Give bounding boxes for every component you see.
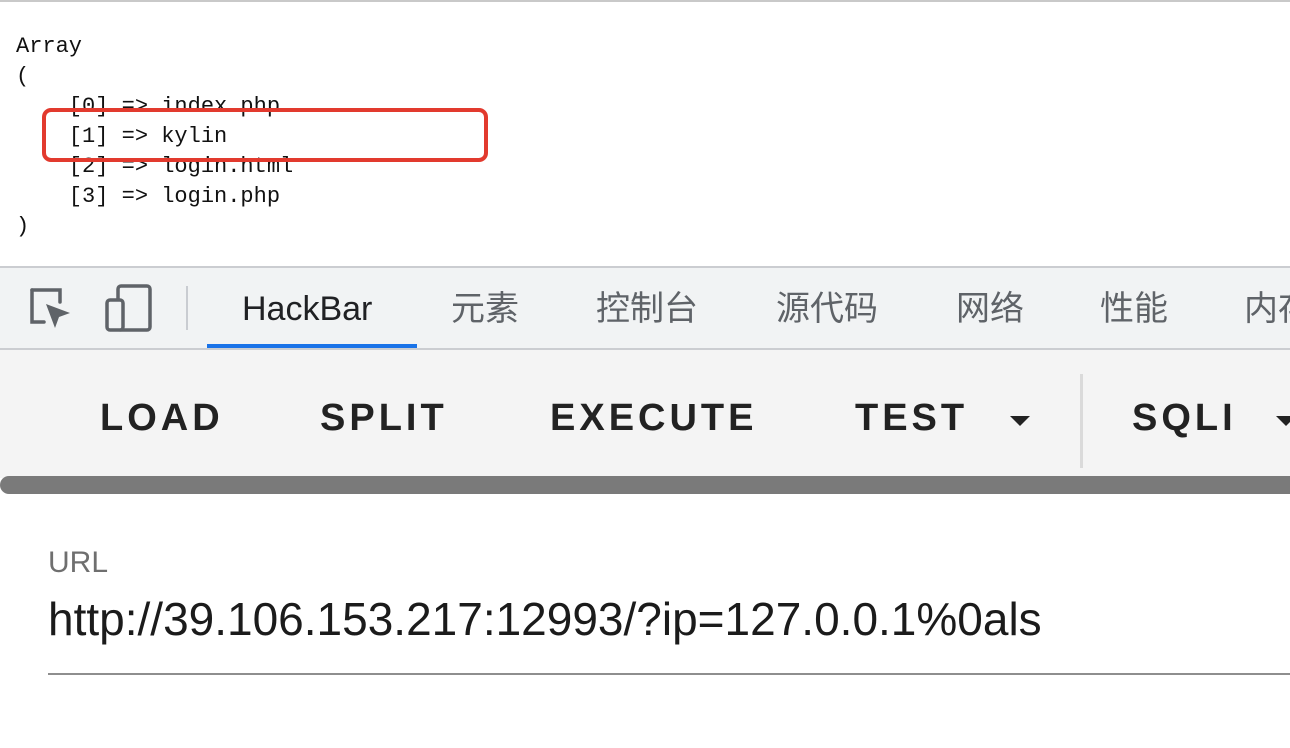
- toolbar-separator: [186, 286, 188, 330]
- url-input-underline: [48, 673, 1290, 675]
- horizontal-scrollbar[interactable]: [0, 476, 1290, 494]
- tab-sources[interactable]: 源代码: [776, 268, 878, 348]
- tab-console[interactable]: 控制台: [596, 268, 698, 348]
- output-line: [3] => login.php: [16, 184, 281, 209]
- array-output: Array ( [0] => index.php [1] => kylin [2…: [16, 32, 293, 242]
- tab-memory[interactable]: 内存: [1244, 268, 1290, 348]
- output-line: [2] => login.html: [16, 154, 294, 179]
- device-toggle-icon[interactable]: [104, 284, 152, 332]
- page-output: Array ( [0] => index.php [1] => kylin [2…: [0, 0, 1290, 266]
- devtools-tabbar: HackBar 元素 控制台 源代码 网络 性能 内存: [0, 266, 1290, 350]
- output-line: [0] => index.php: [16, 94, 281, 119]
- output-line-highlighted: [1] => kylin: [16, 124, 228, 149]
- sqli-dropdown-caret-icon[interactable]: [1276, 416, 1290, 426]
- output-line: ): [16, 214, 30, 239]
- test-button[interactable]: TEST: [855, 394, 968, 442]
- output-line: Array: [16, 34, 83, 59]
- url-input[interactable]: http://39.106.153.217:12993/?ip=127.0.0.…: [48, 592, 1042, 646]
- load-button[interactable]: LOAD: [100, 394, 224, 442]
- hackbar-toolbar: LOAD SPLIT EXECUTE TEST SQLI: [0, 350, 1290, 478]
- output-line: (: [16, 64, 30, 89]
- sqli-button[interactable]: SQLI: [1132, 394, 1237, 442]
- split-button[interactable]: SPLIT: [320, 394, 448, 442]
- toolbar-separator: [1080, 374, 1083, 468]
- active-tab-indicator: [207, 344, 417, 348]
- execute-button[interactable]: EXECUTE: [550, 394, 757, 442]
- test-dropdown-caret-icon[interactable]: [1010, 416, 1030, 426]
- tab-elements[interactable]: 元素: [451, 268, 519, 348]
- url-label: URL: [48, 546, 109, 579]
- tab-network[interactable]: 网络: [956, 268, 1024, 348]
- tab-performance[interactable]: 性能: [1100, 268, 1168, 348]
- tab-hackbar[interactable]: HackBar: [242, 268, 372, 348]
- inspect-element-icon[interactable]: [26, 284, 74, 332]
